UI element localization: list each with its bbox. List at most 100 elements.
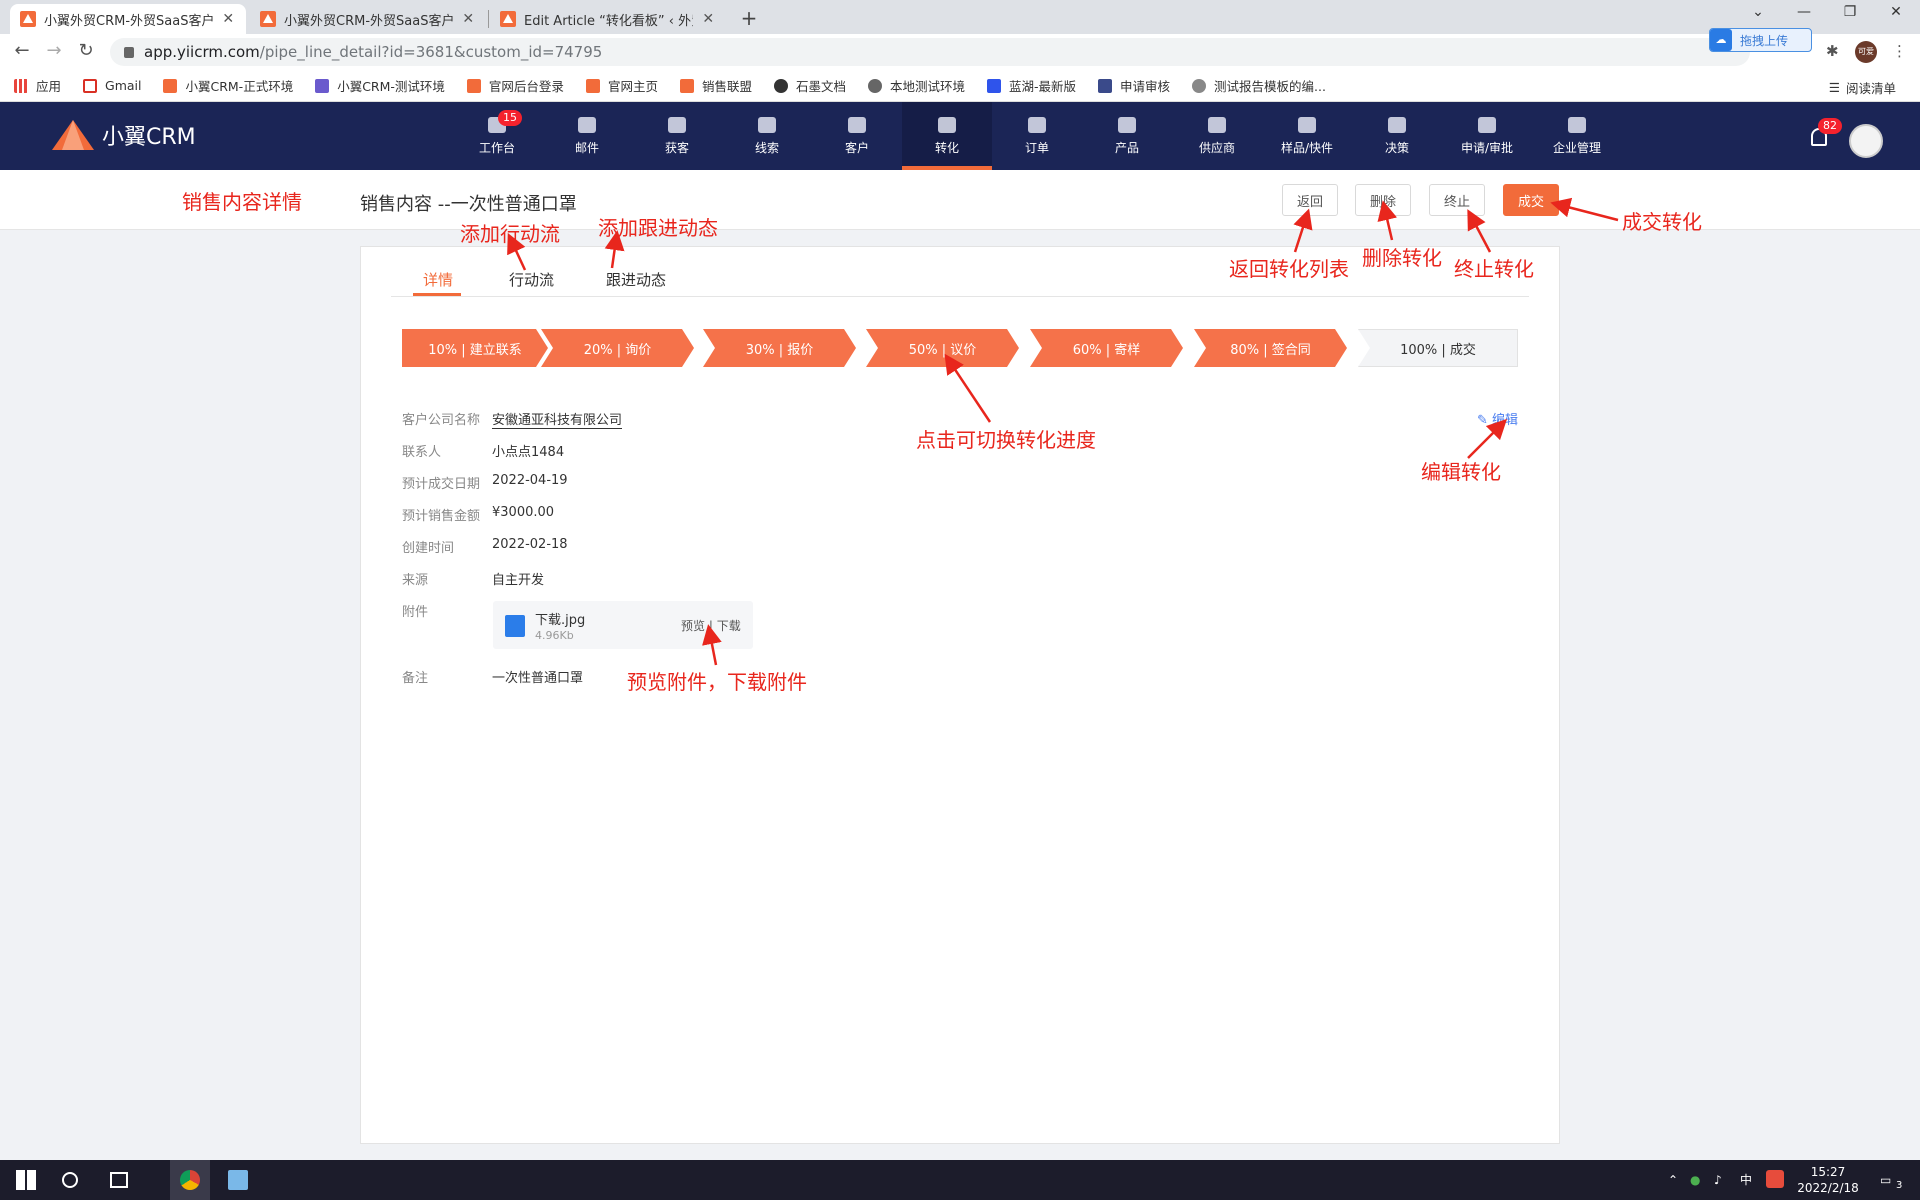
stage-step[interactable]: 80% | 签合同 [1194, 329, 1347, 367]
logo-icon [52, 120, 94, 150]
extensions-icon[interactable]: ✱ [1826, 42, 1839, 60]
sogou-icon[interactable] [1766, 1170, 1784, 1188]
tab-detail[interactable]: 详情 [423, 269, 453, 290]
browser-tab[interactable]: 小翼外贸CRM-外贸SaaS客户管理 ✕ [250, 4, 486, 34]
nav-item[interactable]: 获客 [632, 102, 722, 170]
reload-icon[interactable]: ↻ [74, 40, 98, 61]
profile-avatar[interactable]: 可爱 [1855, 41, 1877, 63]
nav-label: 产品 [1114, 140, 1139, 155]
window-close-icon[interactable]: ✕ [1876, 4, 1916, 20]
bookmark-apply-review[interactable]: 申请审核 [1098, 76, 1170, 95]
user-avatar[interactable] [1849, 124, 1883, 158]
task-view-icon[interactable] [110, 1172, 128, 1188]
windows-start-icon[interactable] [16, 1170, 36, 1190]
reading-list[interactable]: ☰ 阅读清单 [1829, 78, 1896, 97]
bookmark-site-admin[interactable]: 官网后台登录 [466, 76, 564, 95]
company-link[interactable]: 安徽通亚科技有限公司 [492, 409, 623, 429]
nav-item[interactable]: 样品/快件 [1262, 102, 1352, 170]
stage-step[interactable]: 50% | 议价 [866, 329, 1019, 367]
tab-search-icon[interactable]: ⌄ [1738, 4, 1778, 20]
wechat-icon[interactable]: ● [1690, 1172, 1700, 1188]
bookmark-shimo[interactable]: 石墨文档 [773, 76, 846, 95]
bookmark-label: 蓝湖-最新版 [1009, 79, 1077, 94]
stop-button[interactable]: 终止 [1429, 184, 1485, 216]
menu-icon[interactable]: ⋮ [1892, 42, 1907, 60]
globe-icon [867, 78, 882, 93]
nav-item[interactable]: 产品 [1082, 102, 1172, 170]
upload-extension-button[interactable]: ☁ 拖拽上传 [1709, 28, 1812, 52]
field-row: 联系人 小点点1484 [402, 441, 564, 460]
stage-step[interactable]: 10% | 建立联系 [402, 329, 548, 367]
ime-indicator[interactable]: 中 [1740, 1172, 1752, 1188]
nav-item[interactable]: 邮件 [542, 102, 632, 170]
minimize-icon[interactable]: — [1784, 4, 1824, 20]
doc-icon [1192, 78, 1207, 93]
back-button[interactable]: 返回 [1282, 184, 1338, 216]
delete-button[interactable]: 删除 [1355, 184, 1411, 216]
tab-follow-up[interactable]: 跟进动态 [606, 269, 666, 290]
nav-item[interactable]: 客户 [812, 102, 902, 170]
nav-item[interactable]: 转化 [902, 102, 992, 170]
nav-item[interactable]: 申请/审批 [1442, 102, 1532, 170]
notification-center-icon[interactable]: ▭ [1880, 1172, 1891, 1188]
search-icon[interactable] [62, 1172, 78, 1188]
chrome-icon [180, 1170, 200, 1190]
volume-icon[interactable]: ♪ [1714, 1172, 1722, 1188]
bookmark-local-test[interactable]: 本地测试环境 [867, 76, 965, 95]
nav-item[interactable]: 工作台 15 [452, 102, 542, 170]
restore-icon[interactable]: ❐ [1830, 4, 1870, 20]
tab-action-flow[interactable]: 行动流 [509, 269, 554, 290]
nav-item[interactable]: 供应商 [1172, 102, 1262, 170]
crm-icon [585, 78, 600, 93]
deal-button[interactable]: 成交 [1503, 184, 1559, 216]
notepad-icon[interactable] [228, 1170, 248, 1190]
url-path: /pipe_line_detail?id=3681&custom_id=7479… [259, 43, 603, 61]
clock[interactable]: 15:27 2022/2/18 [1796, 1164, 1860, 1196]
stage-step[interactable]: 30% | 报价 [703, 329, 856, 367]
nav-item[interactable]: 线索 [722, 102, 812, 170]
close-icon[interactable]: ✕ [461, 11, 476, 27]
bookmark-lanhu[interactable]: 蓝湖-最新版 [987, 76, 1076, 95]
bookmark-gmail[interactable]: Gmail [83, 78, 141, 93]
bookmark-crm-prod[interactable]: 小翼CRM-正式环境 [163, 76, 293, 95]
download-link[interactable]: 下载 [717, 619, 741, 633]
url-field[interactable]: app.yiicrm.com/pipe_line_detail?id=3681&… [110, 38, 1750, 66]
image-file-icon [505, 615, 525, 637]
bookmark-sales-alliance[interactable]: 销售联盟 [679, 76, 752, 95]
nav-icon [1028, 116, 1046, 133]
browser-tab[interactable]: Edit Article “转化看板” ‹ 外贸CRM ✕ [490, 4, 726, 34]
nav-icon [578, 116, 596, 133]
stage-step[interactable]: 100% | 成交 [1358, 329, 1518, 367]
app-logo[interactable]: 小翼CRM [50, 118, 196, 152]
close-icon[interactable]: ✕ [701, 11, 716, 27]
bookmark-crm-test[interactable]: 小翼CRM-测试环境 [315, 76, 445, 95]
field-label: 联系人 [402, 445, 442, 460]
upload-label: 拖拽上传 [1740, 33, 1789, 48]
nav-label: 工作台 [478, 140, 515, 155]
annotation-text: 终止转化 [1454, 257, 1534, 281]
nav-item[interactable]: 决策 [1352, 102, 1442, 170]
nav-item[interactable]: 企业管理 [1532, 102, 1622, 170]
forward-icon[interactable]: → [42, 40, 66, 61]
nav-icon [668, 116, 686, 133]
back-icon[interactable]: ← [10, 40, 34, 61]
attachment-card: 下载.jpg 4.96Kb 预览 | 下载 [493, 601, 753, 649]
stage-progress: 10% | 建立联系 20% | 询价 30% | 报价 50% | 议价 60… [402, 329, 1518, 367]
field-row: 预计销售金额 ¥3000.00 [402, 505, 554, 524]
stage-step[interactable]: 20% | 询价 [541, 329, 694, 367]
close-icon[interactable]: ✕ [221, 11, 236, 27]
cloud-icon: ☁ [1710, 29, 1732, 51]
new-tab-icon[interactable]: + [737, 6, 761, 30]
edit-link[interactable]: ✎ 编辑 [1477, 409, 1518, 428]
nav-item[interactable]: 订单 [992, 102, 1082, 170]
main-nav: 工作台 15 邮件 获客 线索 客户 转化 订单 产品 供应商 样品/快件 决策 申请/审批 企业管理 [452, 102, 1622, 170]
nav-label: 样品/快件 [1280, 140, 1334, 155]
bookmark-site-home[interactable]: 官网主页 [585, 76, 658, 95]
nav-label: 供应商 [1198, 140, 1235, 155]
tray-chevron-icon[interactable]: ⌃ [1668, 1172, 1678, 1188]
bookmark-test-report[interactable]: 测试报告模板的编... [1192, 76, 1326, 95]
preview-link[interactable]: 预览 [681, 619, 705, 633]
browser-tab[interactable]: 小翼外贸CRM-外贸SaaS客户管理 ✕ [10, 4, 246, 34]
stage-step[interactable]: 60% | 寄样 [1030, 329, 1183, 367]
bookmark-apps[interactable]: 应用 [14, 76, 61, 95]
